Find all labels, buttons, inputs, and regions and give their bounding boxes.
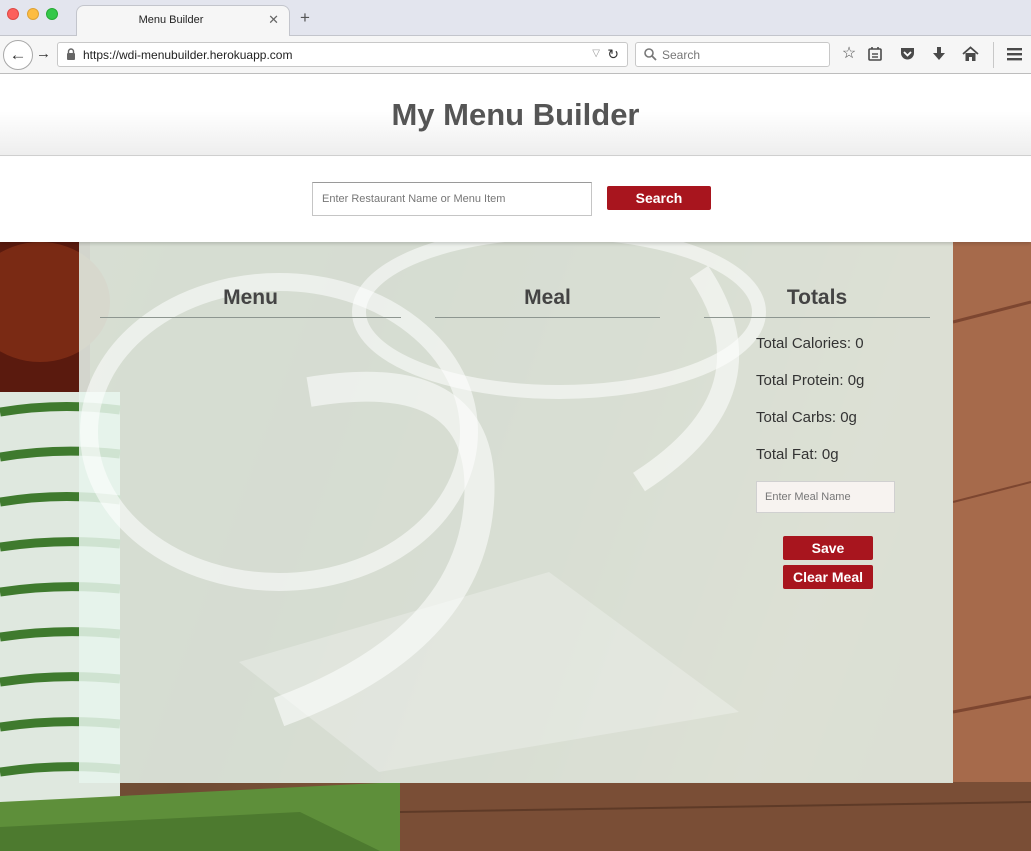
browser-nav-bar: ← → https://wdi-menubuilder.herokuapp.co… [0,36,1031,74]
save-button[interactable]: Save [783,536,873,560]
totals-column-divider [704,317,930,318]
search-section: Search [0,157,1031,242]
bookmark-star-icon[interactable]: ☆ [839,44,859,64]
builder-panel: Menu Meal Totals Total Calories: 0 Total… [79,242,953,783]
zoom-window-button[interactable] [46,8,58,20]
url-bar[interactable]: https://wdi-menubuilder.herokuapp.com ▽ … [57,42,628,67]
reading-list-icon[interactable] [867,46,883,62]
browser-tab[interactable]: Menu Builder ✕ [76,5,290,37]
download-icon[interactable] [931,46,947,62]
meal-name-input[interactable] [756,481,895,513]
reload-icon[interactable]: ↻ [607,46,619,63]
lock-icon [67,48,75,60]
restaurant-search-input[interactable] [312,182,592,216]
menu-hamburger-icon[interactable] [1006,46,1023,62]
tab-title: Menu Builder [138,14,204,26]
close-window-button[interactable] [7,8,19,20]
browser-tab-bar: Menu Builder ✕ + [0,0,1031,37]
toolbar-separator [993,42,994,68]
menu-column-divider [100,317,401,318]
tab-close-icon[interactable]: ✕ [268,12,279,28]
total-fat: Total Fat: 0g [756,446,839,463]
page-title: My Menu Builder [391,97,640,132]
browser-search-bar[interactable]: Search [635,42,830,67]
url-dropdown-icon[interactable]: ▽ [592,48,600,59]
forward-button[interactable]: → [36,45,51,62]
total-calories: Total Calories: 0 [756,335,864,352]
total-protein: Total Protein: 0g [756,372,865,389]
search-icon [644,48,657,61]
menu-column-title: Menu [223,286,278,309]
meal-column-title: Meal [524,286,571,309]
new-tab-button[interactable]: + [300,9,310,26]
total-carbs: Total Carbs: 0g [756,409,857,426]
search-button[interactable]: Search [607,186,711,210]
back-button[interactable]: ← [3,40,33,70]
minimize-window-button[interactable] [27,8,39,20]
url-text: https://wdi-menubuilder.herokuapp.com [83,48,293,62]
page-header: My Menu Builder [0,75,1031,156]
home-icon[interactable] [962,46,979,62]
web-page: My Menu Builder Search [0,75,1031,851]
totals-column-title: Totals [786,286,848,309]
clear-meal-button[interactable]: Clear Meal [783,565,873,589]
pocket-icon[interactable] [899,46,916,62]
browser-search-placeholder: Search [662,48,701,62]
meal-column-divider [435,317,660,318]
